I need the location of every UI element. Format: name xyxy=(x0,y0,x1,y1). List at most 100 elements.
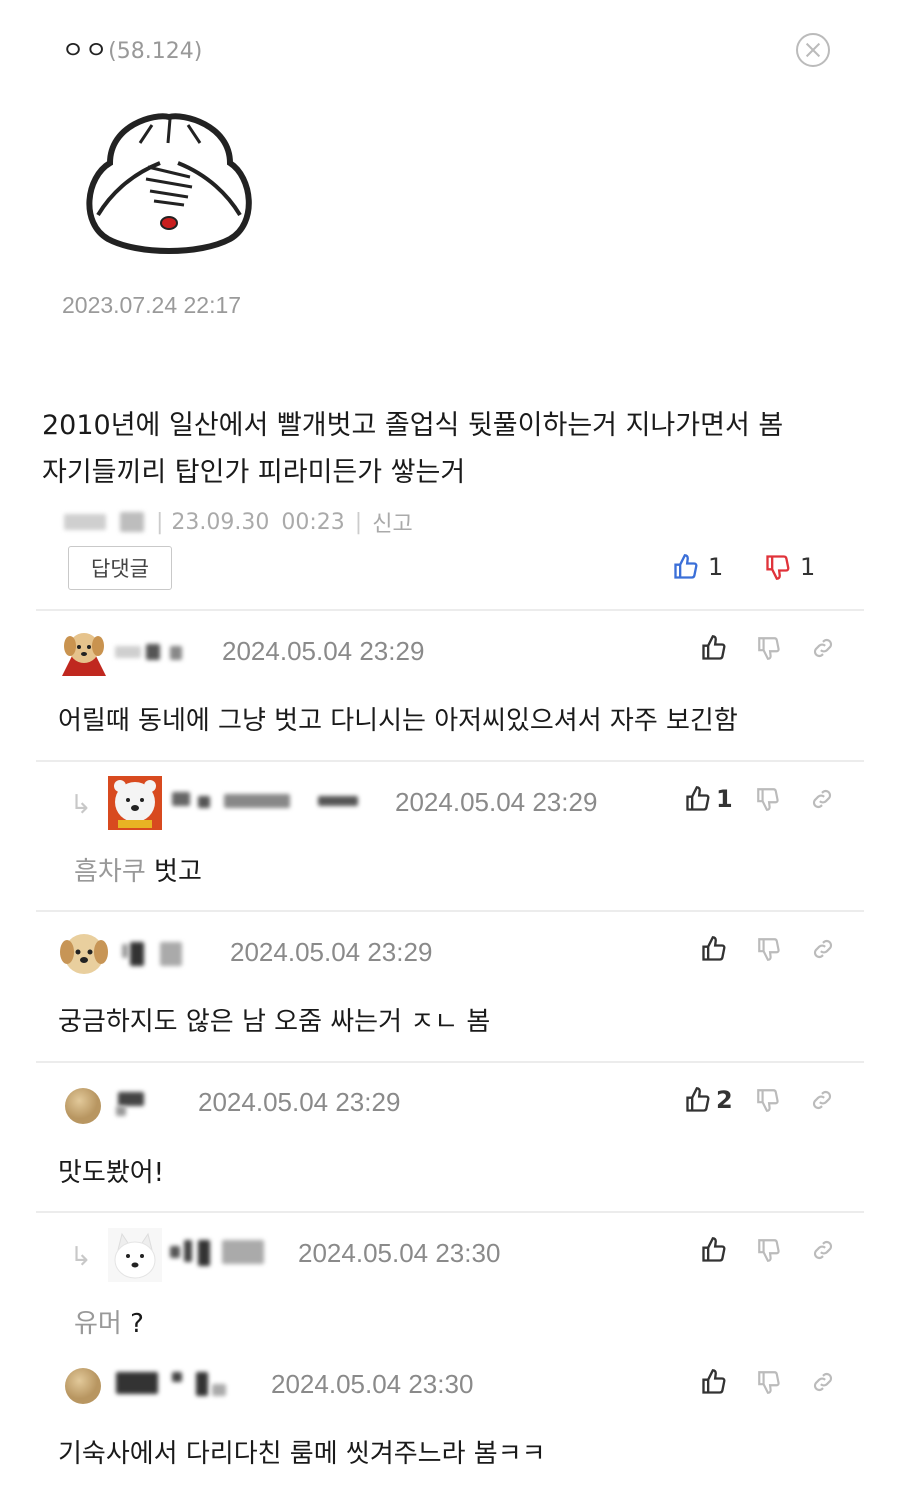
nickname-blurred xyxy=(146,644,160,660)
beige-circle-avatar[interactable] xyxy=(64,1367,102,1405)
polar-bear-avatar[interactable] xyxy=(108,776,162,830)
post-upvote-button[interactable]: 1 xyxy=(672,553,723,581)
nickname-blurred xyxy=(212,1384,226,1396)
post-body-line: 자기들끼리 탑인가 피라미든가 쌓는거 xyxy=(42,457,466,488)
thumbs-up-icon xyxy=(674,554,698,579)
post-body: 2010년에 일산에서 빨개벗고 졸업식 뒷풀이하는거 지나가면서 봄 자기들끼… xyxy=(42,402,862,496)
nickname-blurred xyxy=(172,1372,182,1382)
like-button[interactable] xyxy=(700,935,728,963)
nickname-blurred xyxy=(64,514,106,530)
nickname-blurred xyxy=(184,1240,192,1262)
nickname-blurred[interactable] xyxy=(122,944,128,958)
link-icon xyxy=(813,1372,833,1392)
nickname-blurred xyxy=(318,796,358,806)
dislike-button[interactable] xyxy=(756,936,782,962)
reply-button[interactable]: 답댓글 xyxy=(68,546,172,590)
post-downvote-button[interactable]: 1 xyxy=(764,553,815,581)
link-button[interactable] xyxy=(809,1087,835,1113)
dislike-button[interactable] xyxy=(756,1369,782,1395)
nickname-blurred xyxy=(130,942,144,966)
reply-target-name[interactable]: 흠차쿠 xyxy=(74,857,146,887)
thumbs-up-icon xyxy=(702,936,726,961)
comment-date: 2024.05.04 23:29 xyxy=(198,1087,401,1117)
meta-date: 23.09.30 xyxy=(171,509,270,535)
like-button[interactable]: 2 xyxy=(684,1086,733,1114)
like-button[interactable] xyxy=(700,1368,728,1396)
thumbs-up-icon xyxy=(686,786,710,811)
thumbs-down-icon xyxy=(766,555,790,580)
like-button[interactable] xyxy=(700,634,728,662)
puppy-face-avatar[interactable] xyxy=(58,928,110,980)
thumbs-down-icon xyxy=(758,1239,780,1262)
nickname-blurred[interactable] xyxy=(170,1246,180,1258)
nickname-blurred[interactable] xyxy=(115,646,141,658)
link-button[interactable] xyxy=(810,1369,836,1395)
post-date: 2023.07.24 22:17 xyxy=(62,292,242,318)
comment-date: 2024.05.04 23:30 xyxy=(271,1369,474,1399)
downvote-count: 1 xyxy=(800,553,816,581)
comment-text-body: ? xyxy=(130,1309,144,1339)
link-button[interactable] xyxy=(810,1237,836,1263)
puppy-cape-avatar[interactable] xyxy=(58,626,110,678)
link-icon xyxy=(813,638,833,658)
link-button[interactable] xyxy=(810,635,836,661)
link-icon xyxy=(813,939,833,959)
comment-text: 궁금하지도 않은 남 오줌 싸는거 ㅈㄴ 봄 xyxy=(58,1007,491,1037)
post-body-line: 2010년에 일산에서 빨개벗고 졸업식 뒷풀이하는거 지나가면서 봄 xyxy=(42,410,784,441)
dislike-button[interactable] xyxy=(755,1087,781,1113)
link-button[interactable] xyxy=(810,936,836,962)
dislike-button[interactable] xyxy=(756,635,782,661)
link-button[interactable] xyxy=(809,786,835,812)
post-author-name: ㅇㅇ xyxy=(62,36,109,64)
comment-actions xyxy=(700,1368,836,1396)
post-author-ip: (58.124) xyxy=(108,39,203,64)
divider xyxy=(36,910,864,912)
white-dog-avatar[interactable] xyxy=(108,1228,162,1282)
divider xyxy=(36,1211,864,1213)
thumbs-down-icon xyxy=(756,788,779,811)
nickname-blurred xyxy=(170,646,182,660)
comment-actions xyxy=(700,634,836,662)
nickname-blurred xyxy=(160,942,182,966)
comment-date: 2024.05.04 23:29 xyxy=(230,937,433,967)
nickname-blurred xyxy=(198,796,210,808)
meta-time: 00:23 xyxy=(281,509,345,535)
reply-target-name[interactable]: 유머 xyxy=(74,1309,122,1339)
report-link[interactable]: 신고 xyxy=(372,506,412,538)
post-author[interactable]: ㅇㅇ(58.124) xyxy=(62,30,202,65)
emoticon-sticker xyxy=(86,113,252,254)
post-meta: | 23.09.30 00:23 | 신고 xyxy=(64,505,413,539)
like-button[interactable]: 1 xyxy=(684,785,733,813)
nickname-blurred xyxy=(198,1240,210,1266)
nickname-blurred[interactable] xyxy=(118,1092,144,1106)
nickname-blurred[interactable] xyxy=(172,792,190,806)
like-button[interactable] xyxy=(700,1236,728,1264)
comment-actions xyxy=(700,1236,836,1264)
comment-date: 2024.05.04 23:30 xyxy=(298,1238,501,1268)
close-icon[interactable] xyxy=(796,33,830,67)
comment-actions xyxy=(700,935,836,963)
link-icon xyxy=(812,1090,831,1110)
comment-date: 2024.05.04 23:29 xyxy=(222,636,425,666)
comment-text: 유머 ? xyxy=(74,1303,144,1340)
comment-text: 맛도봤어! xyxy=(58,1158,165,1188)
meta-separator: | xyxy=(354,509,363,535)
like-count: 2 xyxy=(716,1086,733,1114)
dislike-button[interactable] xyxy=(756,1237,782,1263)
comment-text: 흠차쿠 벗고 xyxy=(74,851,202,888)
link-icon xyxy=(812,789,831,809)
thumbs-down-icon xyxy=(758,637,780,660)
comment-text: 어릴때 동네에 그냥 벗고 다니시는 아저씨있으셔서 자주 보긴함 xyxy=(58,706,738,736)
dislike-button[interactable] xyxy=(755,786,781,812)
upvote-count: 1 xyxy=(708,553,724,581)
thumbs-up-icon xyxy=(702,1237,726,1262)
divider xyxy=(36,609,864,611)
thumbs-up-icon xyxy=(702,1369,726,1394)
comment-date: 2024.05.04 23:29 xyxy=(395,787,598,817)
beige-circle-avatar[interactable] xyxy=(64,1087,102,1125)
reply-arrow-icon: ↳ xyxy=(70,790,92,820)
comment-actions: 2 xyxy=(684,1086,835,1114)
comment-actions: 1 xyxy=(684,785,835,813)
nickname-blurred xyxy=(224,794,290,808)
nickname-blurred[interactable] xyxy=(116,1372,158,1394)
